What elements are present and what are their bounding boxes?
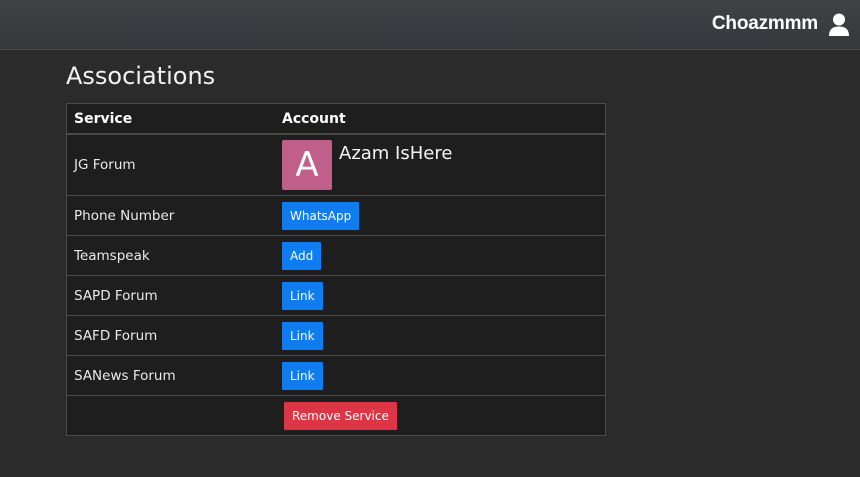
service-name: SAPD Forum xyxy=(66,275,275,316)
table-row: Teamspeak Add xyxy=(66,235,606,276)
whatsapp-button[interactable]: WhatsApp xyxy=(282,201,360,230)
account-cell: Remove Service xyxy=(275,395,606,436)
link-sapd-button[interactable]: Link xyxy=(282,281,323,310)
column-header-account: Account xyxy=(275,103,606,135)
column-header-service: Service xyxy=(66,103,275,135)
service-name: JG Forum xyxy=(66,133,275,196)
user-icon[interactable] xyxy=(828,13,850,37)
remove-service-button[interactable]: Remove Service xyxy=(284,401,397,430)
service-name: Phone Number xyxy=(66,195,275,236)
linked-account: A Azam IsHere xyxy=(282,140,598,190)
account-cell: A Azam IsHere xyxy=(275,133,606,196)
associations-table: Service Account JG Forum A Azam IsHere P… xyxy=(66,103,606,436)
page-title: Associations xyxy=(66,62,216,90)
table-row: SANews Forum Link xyxy=(66,355,606,396)
table-row: SAFD Forum Link xyxy=(66,315,606,356)
link-safd-button[interactable]: Link xyxy=(282,321,323,350)
table-row: JG Forum A Azam IsHere xyxy=(66,133,606,196)
table-row: Phone Number WhatsApp xyxy=(66,195,606,236)
table-row: Remove Service xyxy=(66,395,606,436)
username-label[interactable]: Choazmmm xyxy=(712,13,818,35)
table-header-row: Service Account xyxy=(66,103,606,135)
table-row: SAPD Forum Link xyxy=(66,275,606,316)
avatar: A xyxy=(282,140,332,190)
account-cell: Link xyxy=(275,355,606,396)
service-name: SANews Forum xyxy=(66,355,275,396)
service-name: Teamspeak xyxy=(66,235,275,276)
account-cell: Add xyxy=(275,235,606,276)
add-teamspeak-button[interactable]: Add xyxy=(282,241,322,270)
account-cell: Link xyxy=(275,275,606,316)
account-cell: WhatsApp xyxy=(275,195,606,236)
top-navbar: Choazmmm xyxy=(0,0,860,50)
account-name: Azam IsHere xyxy=(339,143,453,164)
account-cell: Link xyxy=(275,315,606,356)
empty-service-cell xyxy=(66,395,275,436)
service-name: SAFD Forum xyxy=(66,315,275,356)
link-sanews-button[interactable]: Link xyxy=(282,361,323,390)
